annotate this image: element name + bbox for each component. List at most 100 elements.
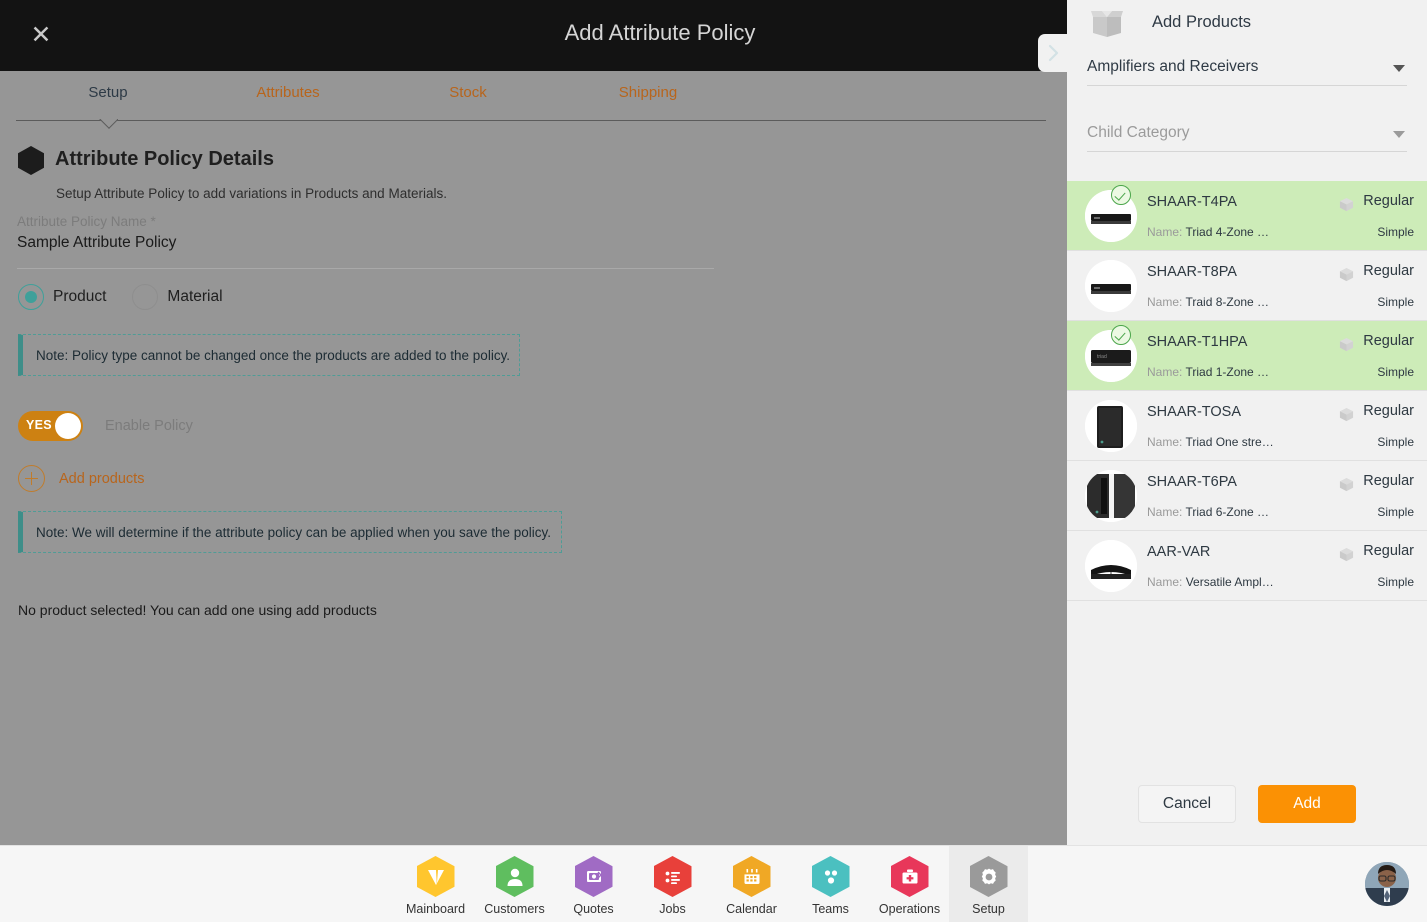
product-type: Regular bbox=[1363, 473, 1414, 489]
cancel-button[interactable]: Cancel bbox=[1138, 785, 1236, 823]
user-avatar[interactable] bbox=[1365, 862, 1409, 906]
nav-item-teams[interactable]: Teams bbox=[791, 846, 870, 922]
nav-item-mainboard[interactable]: Mainboard bbox=[396, 846, 475, 922]
product-name: Name: Triad 4-Zone … bbox=[1147, 225, 1269, 239]
policy-name-input[interactable]: Sample Attribute Policy bbox=[17, 234, 176, 252]
product-list-item[interactable]: SHAAR-T6PA Name: Triad 6-Zone … Regular Sim… bbox=[1067, 461, 1427, 531]
bottom-navigation: Mainboard Customers Quotes Jobs Calendar Team… bbox=[0, 845, 1427, 922]
product-name-key: Name: bbox=[1147, 575, 1183, 589]
add-button[interactable]: Add bbox=[1258, 785, 1356, 823]
product-sku: SHAAR-T6PA bbox=[1147, 474, 1237, 490]
product-sku: SHAAR-TOSA bbox=[1147, 404, 1242, 420]
tab-shipping[interactable]: Shipping bbox=[578, 84, 718, 101]
radio-material[interactable] bbox=[132, 284, 159, 310]
tab-stock[interactable]: Stock bbox=[398, 84, 538, 101]
plus-icon bbox=[18, 465, 45, 492]
product-name-key: Name: bbox=[1147, 435, 1183, 449]
child-category-select[interactable]: Child Category bbox=[1087, 124, 1407, 152]
main-content-dimmed: ✕ Add Attribute Policy Setup Attributes … bbox=[0, 0, 1078, 845]
cube-icon bbox=[1339, 197, 1354, 212]
add-products-label: Add products bbox=[59, 470, 145, 487]
tab-bar: Setup Attributes Stock Shipping bbox=[0, 71, 1067, 123]
product-variant: Simple bbox=[1377, 295, 1414, 309]
parent-category-select[interactable]: Amplifiers and Receivers bbox=[1087, 58, 1407, 86]
product-name-value: Triad One stre… bbox=[1185, 435, 1274, 449]
product-name-value: Traid 8-Zone … bbox=[1185, 295, 1270, 309]
radio-material-label: Material bbox=[167, 288, 223, 305]
product-list-item[interactable]: triad SHAAR-T1HPA Name: Triad 1-Zone … Regu… bbox=[1067, 321, 1427, 391]
tab-setup[interactable]: Setup bbox=[38, 84, 178, 101]
note-policy-type-text: Note: Policy type cannot be changed once… bbox=[36, 347, 511, 363]
box-icon bbox=[1091, 11, 1123, 37]
product-thumbnail bbox=[1085, 400, 1137, 452]
jobs-icon bbox=[653, 856, 692, 897]
enable-policy-label: Enable Policy bbox=[105, 418, 193, 434]
policy-name-label: Attribute Policy Name * bbox=[17, 214, 156, 229]
product-variant: Simple bbox=[1377, 365, 1414, 379]
product-sku: SHAAR-T4PA bbox=[1147, 194, 1237, 210]
tab-attributes[interactable]: Attributes bbox=[218, 84, 358, 101]
product-name: Name: Traid 8-Zone … bbox=[1147, 295, 1269, 309]
customers-icon bbox=[495, 856, 534, 897]
nav-item-operations[interactable]: Operations bbox=[870, 846, 949, 922]
product-list-item[interactable]: SHAAR-TOSA Name: Triad One stre… Regular Si… bbox=[1067, 391, 1427, 461]
product-type: Regular bbox=[1363, 193, 1414, 209]
nav-item-label: Setup bbox=[972, 902, 1005, 916]
radio-product-label: Product bbox=[53, 288, 107, 305]
product-variant: Simple bbox=[1377, 505, 1414, 519]
enable-policy-toggle[interactable]: YES bbox=[18, 411, 83, 441]
section-title: Attribute Policy Details bbox=[55, 148, 274, 170]
product-list[interactable]: SHAAR-T4PA Name: Triad 4-Zone … Regular Sim… bbox=[1067, 181, 1427, 601]
chevron-down-icon bbox=[1393, 131, 1405, 138]
product-name-key: Name: bbox=[1147, 365, 1183, 379]
product-list-item[interactable]: SHAAR-T4PA Name: Triad 4-Zone … Regular Sim… bbox=[1067, 181, 1427, 251]
add-products-panel: Add Products Amplifiers and Receivers Ch… bbox=[1067, 0, 1427, 845]
nav-items: Mainboard Customers Quotes Jobs Calendar Team… bbox=[396, 846, 1028, 922]
note-attribute-policy: Note: We will determine if the attribute… bbox=[18, 511, 562, 553]
child-category-underline bbox=[1087, 151, 1407, 152]
nav-item-setup[interactable]: Setup bbox=[949, 846, 1028, 922]
active-tab-caret bbox=[99, 119, 118, 129]
cube-icon bbox=[1339, 337, 1354, 352]
radio-product[interactable] bbox=[18, 284, 44, 310]
nav-item-label: Operations bbox=[878, 902, 941, 916]
product-sku: AAR-VAR bbox=[1147, 544, 1211, 560]
product-type: Regular bbox=[1363, 403, 1414, 419]
panel-actions: Cancel Add bbox=[1067, 785, 1427, 823]
product-type: Regular bbox=[1363, 263, 1414, 279]
parent-category-underline bbox=[1087, 85, 1407, 86]
cube-icon bbox=[1339, 267, 1354, 282]
nav-item-jobs[interactable]: Jobs bbox=[633, 846, 712, 922]
add-products-button[interactable]: Add products bbox=[18, 465, 144, 492]
tab-underline bbox=[16, 120, 1046, 121]
product-thumbnail bbox=[1085, 260, 1137, 312]
product-type: Regular bbox=[1363, 333, 1414, 349]
nav-item-label: Customers bbox=[484, 902, 545, 916]
product-thumbnail bbox=[1085, 470, 1137, 522]
product-type: Regular bbox=[1363, 543, 1414, 559]
product-variant: Simple bbox=[1377, 225, 1414, 239]
nav-item-calendar[interactable]: Calendar bbox=[712, 846, 791, 922]
panel-header: Add Products bbox=[1067, 0, 1427, 48]
nav-item-quotes[interactable]: Quotes bbox=[554, 846, 633, 922]
modal-topbar: ✕ Add Attribute Policy bbox=[0, 0, 1067, 71]
empty-state-message: No product selected! You can add one usi… bbox=[18, 602, 377, 618]
note-policy-type: Note: Policy type cannot be changed once… bbox=[18, 334, 520, 376]
panel-title: Add Products bbox=[1152, 13, 1252, 31]
nav-item-label: Jobs bbox=[659, 902, 686, 916]
product-name-value: Triad 6-Zone … bbox=[1185, 505, 1270, 519]
note-attribute-policy-text: Note: We will determine if the attribute… bbox=[36, 524, 552, 540]
nav-item-customers[interactable]: Customers bbox=[475, 846, 554, 922]
product-name: Name: Triad 6-Zone … bbox=[1147, 505, 1269, 519]
gear-icon bbox=[969, 856, 1008, 897]
product-thumbnail bbox=[1085, 540, 1137, 592]
product-list-item[interactable]: SHAAR-T8PA Name: Traid 8-Zone … Regular Sim… bbox=[1067, 251, 1427, 321]
product-list-item[interactable]: AAR-VAR Name: Versatile Ampl… Regular Simpl… bbox=[1067, 531, 1427, 601]
parent-category-value: Amplifiers and Receivers bbox=[1087, 58, 1259, 75]
nav-item-label: Calendar bbox=[726, 902, 777, 916]
product-name-value: Versatile Ampl… bbox=[1185, 575, 1274, 589]
product-name-key: Name: bbox=[1147, 295, 1183, 309]
policy-type-radio-group: Product Material bbox=[18, 284, 249, 310]
enable-policy-row: YES Enable Policy bbox=[18, 411, 193, 441]
product-name: Name: Versatile Ampl… bbox=[1147, 575, 1274, 589]
